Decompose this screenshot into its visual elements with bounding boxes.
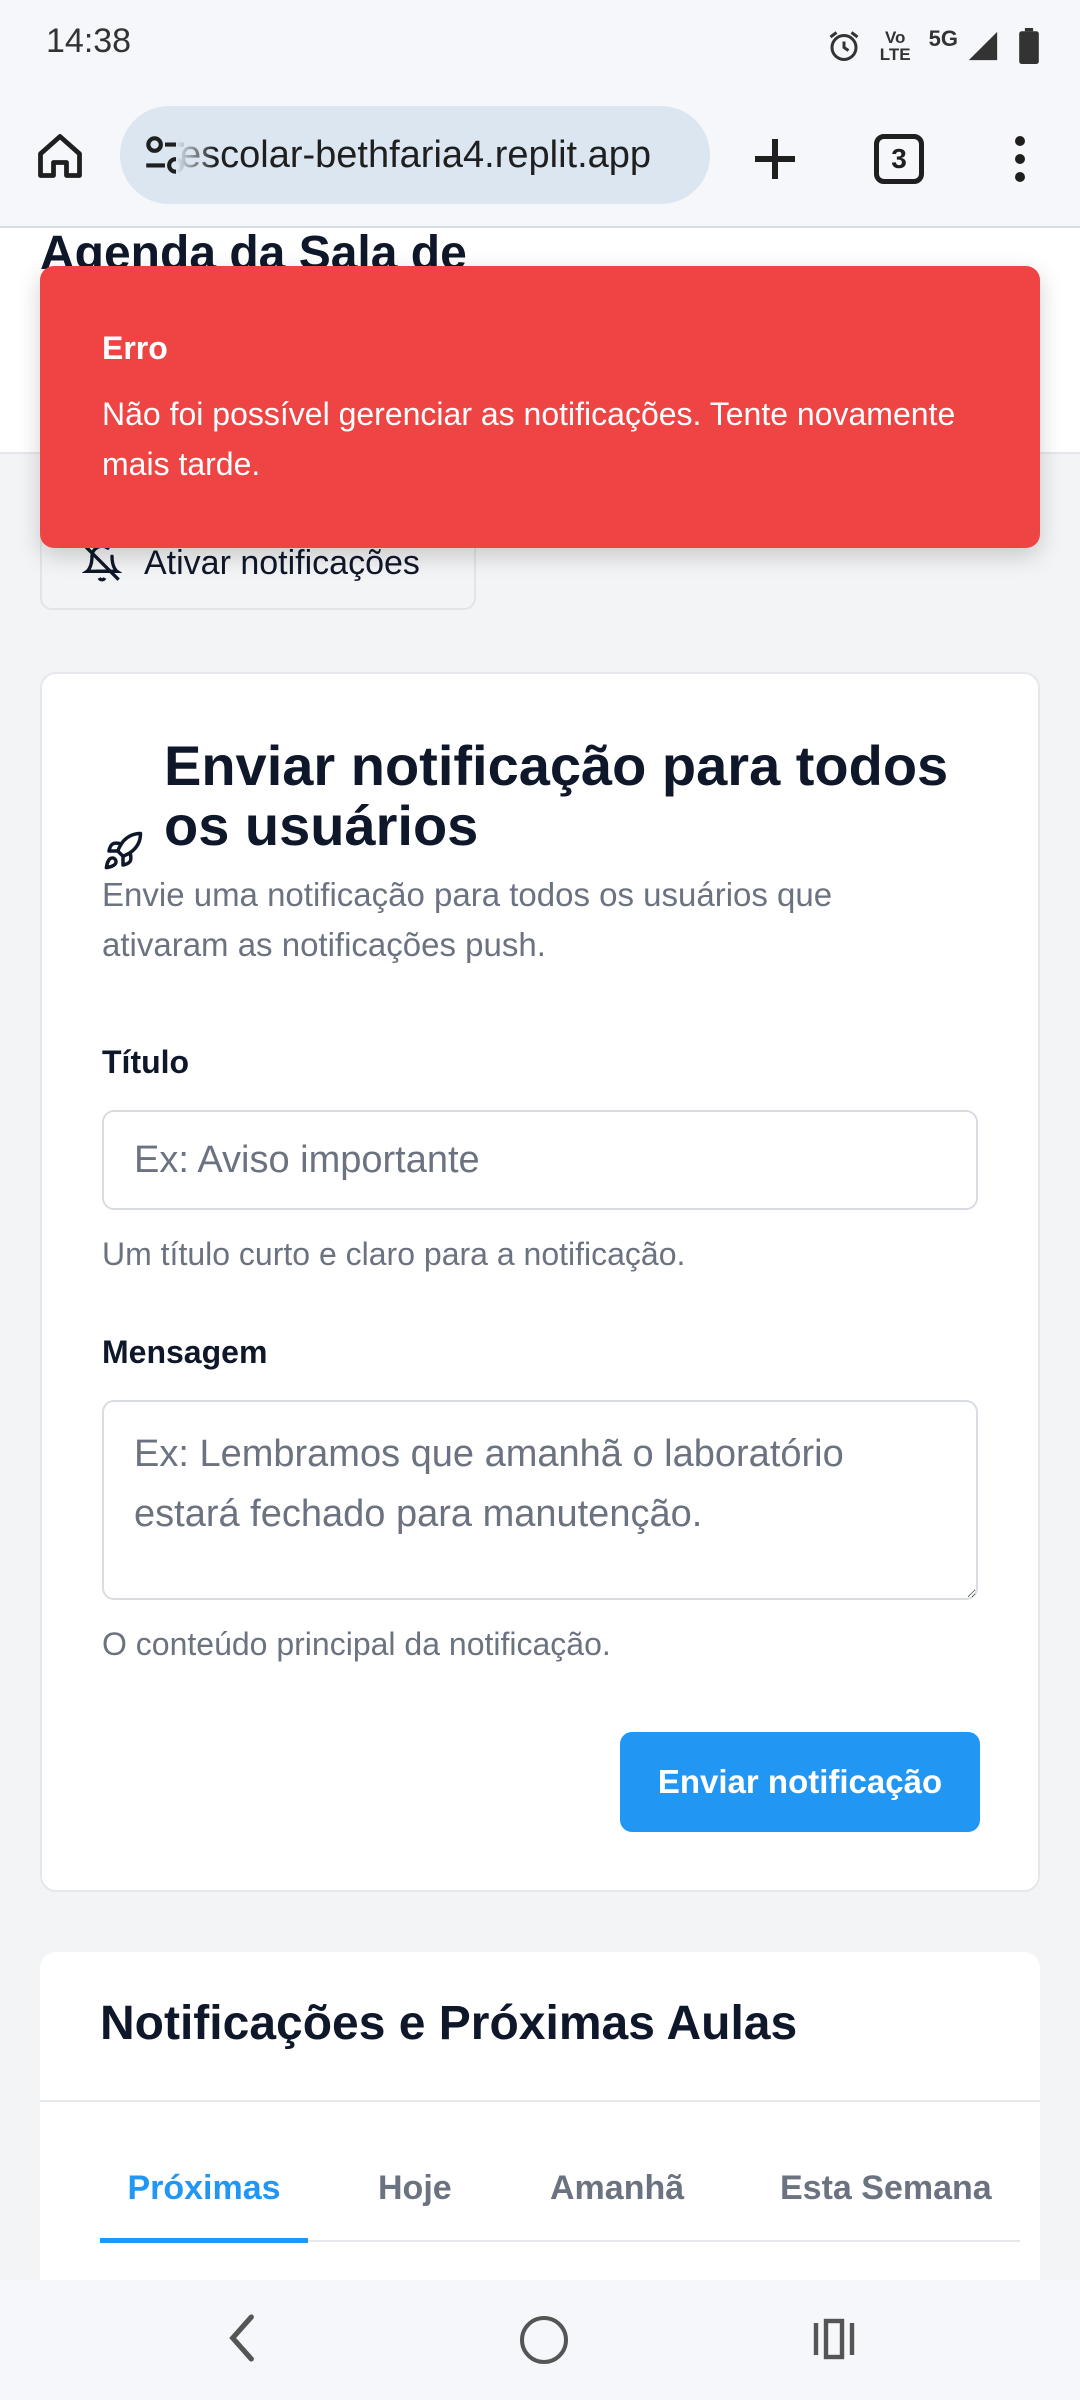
new-tab-button[interactable] (745, 129, 805, 189)
tab-amanha[interactable]: Amanhã (550, 2148, 684, 2238)
system-nav-bar (0, 2280, 1080, 2400)
divider (40, 2100, 1040, 2102)
send-notification-card: Enviar notificação para todos os usuário… (40, 672, 1040, 1892)
enable-notifications-label: Ativar notificações (144, 543, 420, 582)
error-toast[interactable]: Erro Não foi possível gerenciar as notif… (40, 266, 1040, 548)
url-fade (176, 106, 216, 204)
send-notification-button[interactable]: Enviar notificação (620, 1732, 980, 1832)
toast-title: Erro (102, 330, 168, 366)
toast-message: Não foi possível gerenciar as notificaçõ… (102, 396, 956, 482)
tab-proximas[interactable]: Próximas (100, 2148, 308, 2243)
tabs-button[interactable]: 3 (874, 134, 924, 184)
notifications-tabs: Próximas Hoje Amanhã Esta Semana (100, 2148, 1020, 2243)
home-button[interactable] (30, 126, 90, 186)
back-icon[interactable] (220, 2310, 264, 2366)
new-tab-icon (755, 139, 795, 179)
status-bar: 14:38 Vo LTE 5G (0, 0, 1080, 92)
card-description: Envie uma notificação para todos os usuá… (102, 876, 833, 963)
battery-icon (1019, 28, 1039, 64)
status-time: 14:38 (46, 22, 132, 60)
browser-toolbar: escolar-bethfaria4.replit.app 3 (0, 92, 1080, 228)
alarm-icon (829, 31, 859, 61)
message-field-label: Mensagem (102, 1334, 268, 1370)
url-text[interactable]: escolar-bethfaria4.replit.app (180, 106, 692, 204)
status-icons: Vo LTE 5G (826, 24, 1040, 68)
volte-icon: Vo LTE (879, 28, 911, 64)
rocket-icon (104, 831, 143, 870)
home-icon (38, 134, 82, 178)
home-nav-icon[interactable] (520, 2316, 568, 2364)
address-bar[interactable]: escolar-bethfaria4.replit.app (120, 106, 710, 204)
signal-icon (968, 31, 998, 61)
bell-off-icon (82, 544, 122, 582)
title-field-label: Título (102, 1044, 190, 1080)
title-input[interactable] (102, 1110, 978, 1210)
notifications-title: Notificações e Próximas Aulas (100, 1997, 798, 2050)
card-title: Enviar notificação para todos os usuário… (164, 734, 949, 857)
message-field-helper: O conteúdo principal da notificação. (102, 1626, 611, 1662)
card-header: Enviar notificação para todos os usuário… (102, 736, 982, 872)
network-type: 5G (928, 26, 958, 51)
more-vert-icon[interactable] (1000, 129, 1040, 189)
tab-count: 3 (891, 143, 907, 174)
tab-hoje[interactable]: Hoje (378, 2148, 452, 2238)
recent-apps-icon[interactable] (812, 2314, 856, 2364)
message-textarea[interactable] (102, 1400, 978, 1600)
tab-esta-semana[interactable]: Esta Semana (780, 2148, 992, 2238)
title-field-helper: Um título curto e claro para a notificaç… (102, 1236, 686, 1272)
